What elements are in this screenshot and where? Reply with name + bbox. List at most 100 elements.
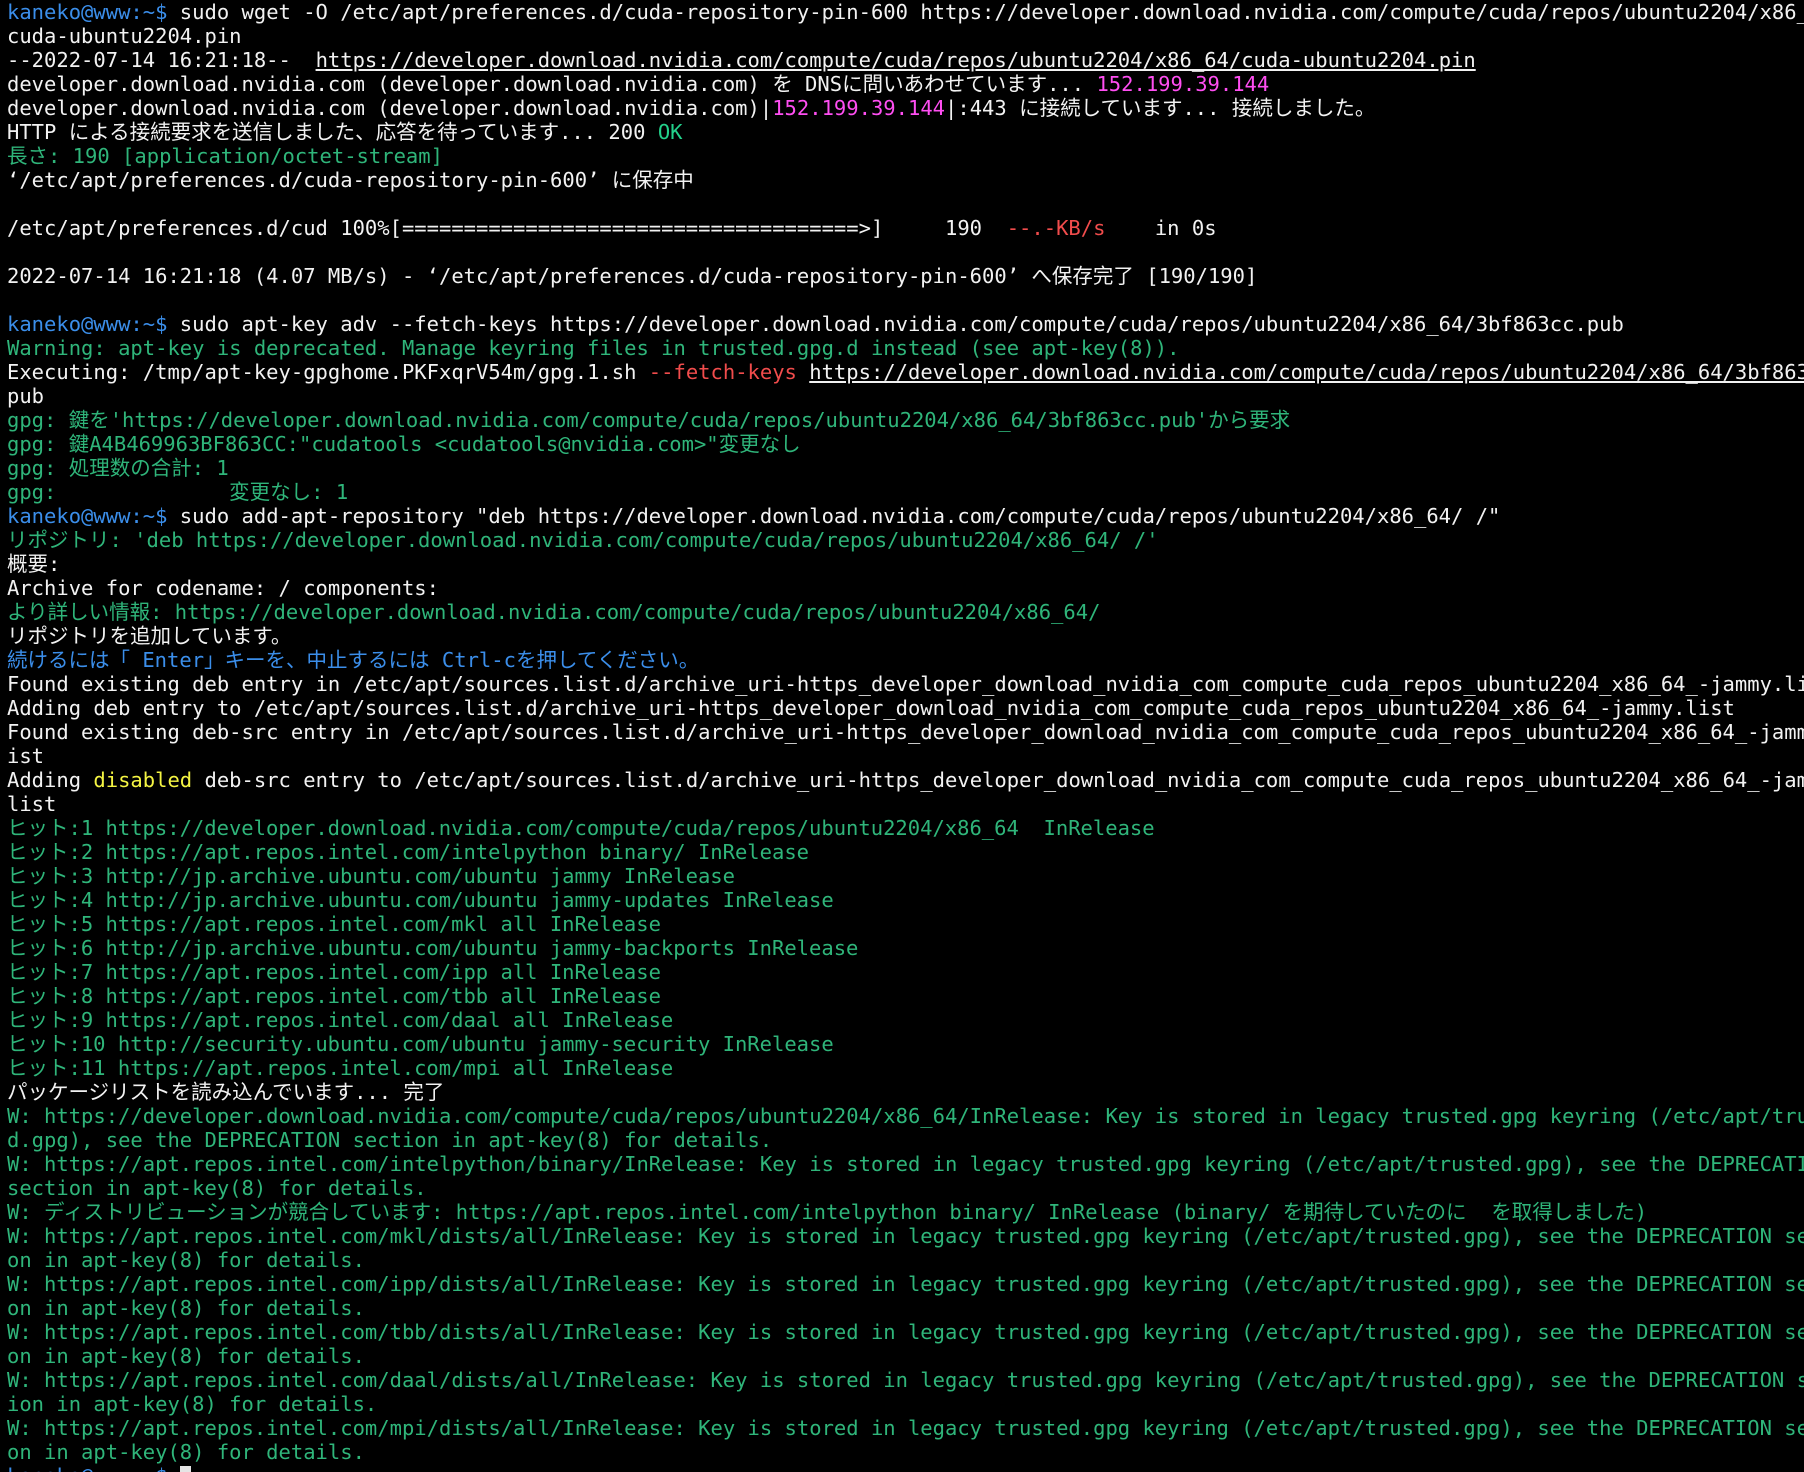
- terminal-line: developer.download.nvidia.com (developer…: [7, 96, 1804, 120]
- terminal-text: W: ディストリビューションが競合しています: https://apt.repo…: [7, 1200, 1648, 1224]
- terminal-text: --2022-07-14 16:21:18--: [7, 48, 316, 72]
- text-cursor[interactable]: [179, 1466, 191, 1472]
- terminal-text: ヒット:9 https://apt.repos.intel.com/daal a…: [7, 1008, 674, 1032]
- terminal-text: ヒット:7 https://apt.repos.intel.com/ipp al…: [7, 960, 661, 984]
- terminal-text: developer.download.nvidia.com (developer…: [7, 96, 773, 120]
- terminal-line: on in apt-key(8) for details.: [7, 1296, 1804, 1320]
- terminal-text: 152.199.39.144: [772, 96, 946, 120]
- terminal-text: gpg: 鍵A4B469963BF863CC:"cudatools <cudat…: [7, 432, 801, 456]
- terminal-line: W: https://developer.download.nvidia.com…: [7, 1104, 1804, 1128]
- terminal-line: 2022-07-14 16:21:18 (4.07 MB/s) - ‘/etc/…: [7, 264, 1804, 288]
- terminal-line: ‘/etc/apt/preferences.d/cuda-repository-…: [7, 168, 1804, 192]
- terminal-text: 2022-07-14 16:21:18 (4.07 MB/s) - ‘/etc/…: [7, 264, 1258, 288]
- terminal-text: 152.199.39.144: [1096, 72, 1270, 96]
- terminal-line: kaneko@www:~$ sudo add-apt-repository "d…: [7, 504, 1804, 528]
- shell-prompt: kaneko@www:~$: [7, 312, 180, 336]
- terminal-text: sudo apt-key adv --fetch-keys https://de…: [179, 312, 1624, 336]
- terminal-line: ion in apt-key(8) for details.: [7, 1392, 1804, 1416]
- terminal-text: W: https://apt.repos.intel.com/mpi/dists…: [7, 1416, 1804, 1440]
- terminal-line: on in apt-key(8) for details.: [7, 1440, 1804, 1464]
- terminal-text: ヒット:1 https://developer.download.nvidia.…: [7, 816, 1155, 840]
- terminal-line: gpg: 処理数の合計: 1: [7, 456, 1804, 480]
- terminal-text: gpg: 変更なし: 1: [7, 480, 349, 504]
- shell-prompt: kaneko@www:~$: [7, 1464, 180, 1472]
- terminal-line: Adding disabled deb-src entry to /etc/ap…: [7, 768, 1804, 792]
- terminal-text: cuda-ubuntu2204.pin: [7, 24, 242, 48]
- terminal-line: 長さ: 190 [application/octet-stream]: [7, 144, 1804, 168]
- terminal-window[interactable]: kaneko@www:~$ sudo wget -O /etc/apt/pref…: [0, 0, 1804, 1472]
- terminal-text: リポジトリ: 'deb https://developer.download.n…: [7, 528, 1159, 552]
- terminal-text: Adding: [7, 768, 94, 792]
- terminal-line: ヒット:10 http://security.ubuntu.com/ubuntu…: [7, 1032, 1804, 1056]
- terminal-line: gpg: 鍵を'https://developer.download.nvidi…: [7, 408, 1804, 432]
- terminal-output: kaneko@www:~$ sudo wget -O /etc/apt/pref…: [7, 0, 1804, 1472]
- terminal-line: /etc/apt/preferences.d/cud 100%[========…: [7, 216, 1804, 240]
- terminal-text: on in apt-key(8) for details.: [7, 1296, 365, 1320]
- terminal-line: HTTP による接続要求を送信しました、応答を待っています... 200 OK: [7, 120, 1804, 144]
- terminal-text: リポジトリを追加しています。: [7, 624, 292, 648]
- terminal-text: in 0s: [1105, 216, 1217, 240]
- terminal-line: W: https://apt.repos.intel.com/mpi/dists…: [7, 1416, 1804, 1440]
- terminal-line: on in apt-key(8) for details.: [7, 1344, 1804, 1368]
- terminal-line: section in apt-key(8) for details.: [7, 1176, 1804, 1200]
- terminal-line: ist: [7, 744, 1804, 768]
- terminal-line: gpg: 変更なし: 1: [7, 480, 1804, 504]
- terminal-text: gpg: 鍵を'https://developer.download.nvidi…: [7, 408, 1291, 432]
- terminal-text: ヒット:11 https://apt.repos.intel.com/mpi a…: [7, 1056, 674, 1080]
- terminal-text: sudo wget -O /etc/apt/preferences.d/cuda…: [179, 0, 1804, 24]
- terminal-text: section in apt-key(8) for details.: [7, 1176, 427, 1200]
- terminal-line: ヒット:9 https://apt.repos.intel.com/daal a…: [7, 1008, 1804, 1032]
- terminal-line: 概要:: [7, 552, 1804, 576]
- terminal-line: Archive for codename: / components:: [7, 576, 1804, 600]
- terminal-text: d.gpg), see the DEPRECATION section in a…: [7, 1128, 773, 1152]
- terminal-text: ヒット:3 http://jp.archive.ubuntu.com/ubunt…: [7, 864, 735, 888]
- terminal-line: Adding deb entry to /etc/apt/sources.lis…: [7, 696, 1804, 720]
- terminal-line: W: https://apt.repos.intel.com/intelpyth…: [7, 1152, 1804, 1176]
- terminal-text: より詳しい情報: https://developer.download.nvid…: [7, 600, 1101, 624]
- terminal-text: developer.download.nvidia.com (developer…: [7, 72, 1097, 96]
- terminal-text: |:443 に接続しています... 接続しました。: [945, 96, 1376, 120]
- terminal-line: リポジトリ: 'deb https://developer.download.n…: [7, 528, 1804, 552]
- terminal-text: sudo add-apt-repository "deb https://dev…: [179, 504, 1501, 528]
- terminal-text: ヒット:6 http://jp.archive.ubuntu.com/ubunt…: [7, 936, 859, 960]
- terminal-line: W: https://apt.repos.intel.com/mkl/dists…: [7, 1224, 1804, 1248]
- terminal-text: Warning: apt-key is deprecated. Manage k…: [7, 336, 1180, 360]
- terminal-line: d.gpg), see the DEPRECATION section in a…: [7, 1128, 1804, 1152]
- terminal-text: W: https://apt.repos.intel.com/mkl/dists…: [7, 1224, 1804, 1248]
- terminal-text: deb-src entry to /etc/apt/sources.list.d…: [192, 768, 1804, 792]
- terminal-line: パッケージリストを読み込んでいます... 完了: [7, 1080, 1804, 1104]
- terminal-text: ヒット:4 http://jp.archive.ubuntu.com/ubunt…: [7, 888, 834, 912]
- terminal-text: disabled: [93, 768, 193, 792]
- terminal-line: ヒット:1 https://developer.download.nvidia.…: [7, 816, 1804, 840]
- terminal-line: ヒット:7 https://apt.repos.intel.com/ipp al…: [7, 960, 1804, 984]
- terminal-line: list: [7, 792, 1804, 816]
- terminal-line: ヒット:5 https://apt.repos.intel.com/mkl al…: [7, 912, 1804, 936]
- terminal-text: ion in apt-key(8) for details.: [7, 1392, 378, 1416]
- terminal-text: list: [7, 792, 57, 816]
- terminal-line: リポジトリを追加しています。: [7, 624, 1804, 648]
- terminal-text: 長さ: 190 [application/octet-stream]: [7, 144, 443, 168]
- terminal-line: ヒット:3 http://jp.archive.ubuntu.com/ubunt…: [7, 864, 1804, 888]
- terminal-text: 続けるには「 Enter」キーを、中止するには Ctrl-cを押してください。: [7, 648, 700, 672]
- terminal-text: --.-KB/s: [1006, 216, 1106, 240]
- terminal-line: gpg: 鍵A4B469963BF863CC:"cudatools <cudat…: [7, 432, 1804, 456]
- terminal-line: Found existing deb-src entry in /etc/apt…: [7, 720, 1804, 744]
- terminal-line: W: https://apt.repos.intel.com/daal/dist…: [7, 1368, 1804, 1392]
- terminal-text: ヒット:10 http://security.ubuntu.com/ubuntu…: [7, 1032, 834, 1056]
- terminal-text: Adding deb entry to /etc/apt/sources.lis…: [7, 696, 1735, 720]
- shell-prompt: kaneko@www:~$: [7, 0, 180, 24]
- terminal-text: pub: [7, 384, 45, 408]
- terminal-line: Executing: /tmp/apt-key-gpghome.PKFxqrV5…: [7, 360, 1804, 384]
- terminal-text: ‘/etc/apt/preferences.d/cuda-repository-…: [7, 168, 694, 192]
- terminal-text: ist: [7, 744, 45, 768]
- terminal-text: /etc/apt/preferences.d/cud 100%[========…: [7, 216, 1007, 240]
- terminal-line: W: https://apt.repos.intel.com/ipp/dists…: [7, 1272, 1804, 1296]
- terminal-text: 概要:: [7, 552, 61, 576]
- terminal-line: cuda-ubuntu2204.pin: [7, 24, 1804, 48]
- terminal-text: W: https://apt.repos.intel.com/intelpyth…: [7, 1152, 1804, 1176]
- terminal-text: on in apt-key(8) for details.: [7, 1344, 365, 1368]
- terminal-text: W: https://developer.download.nvidia.com…: [7, 1104, 1804, 1128]
